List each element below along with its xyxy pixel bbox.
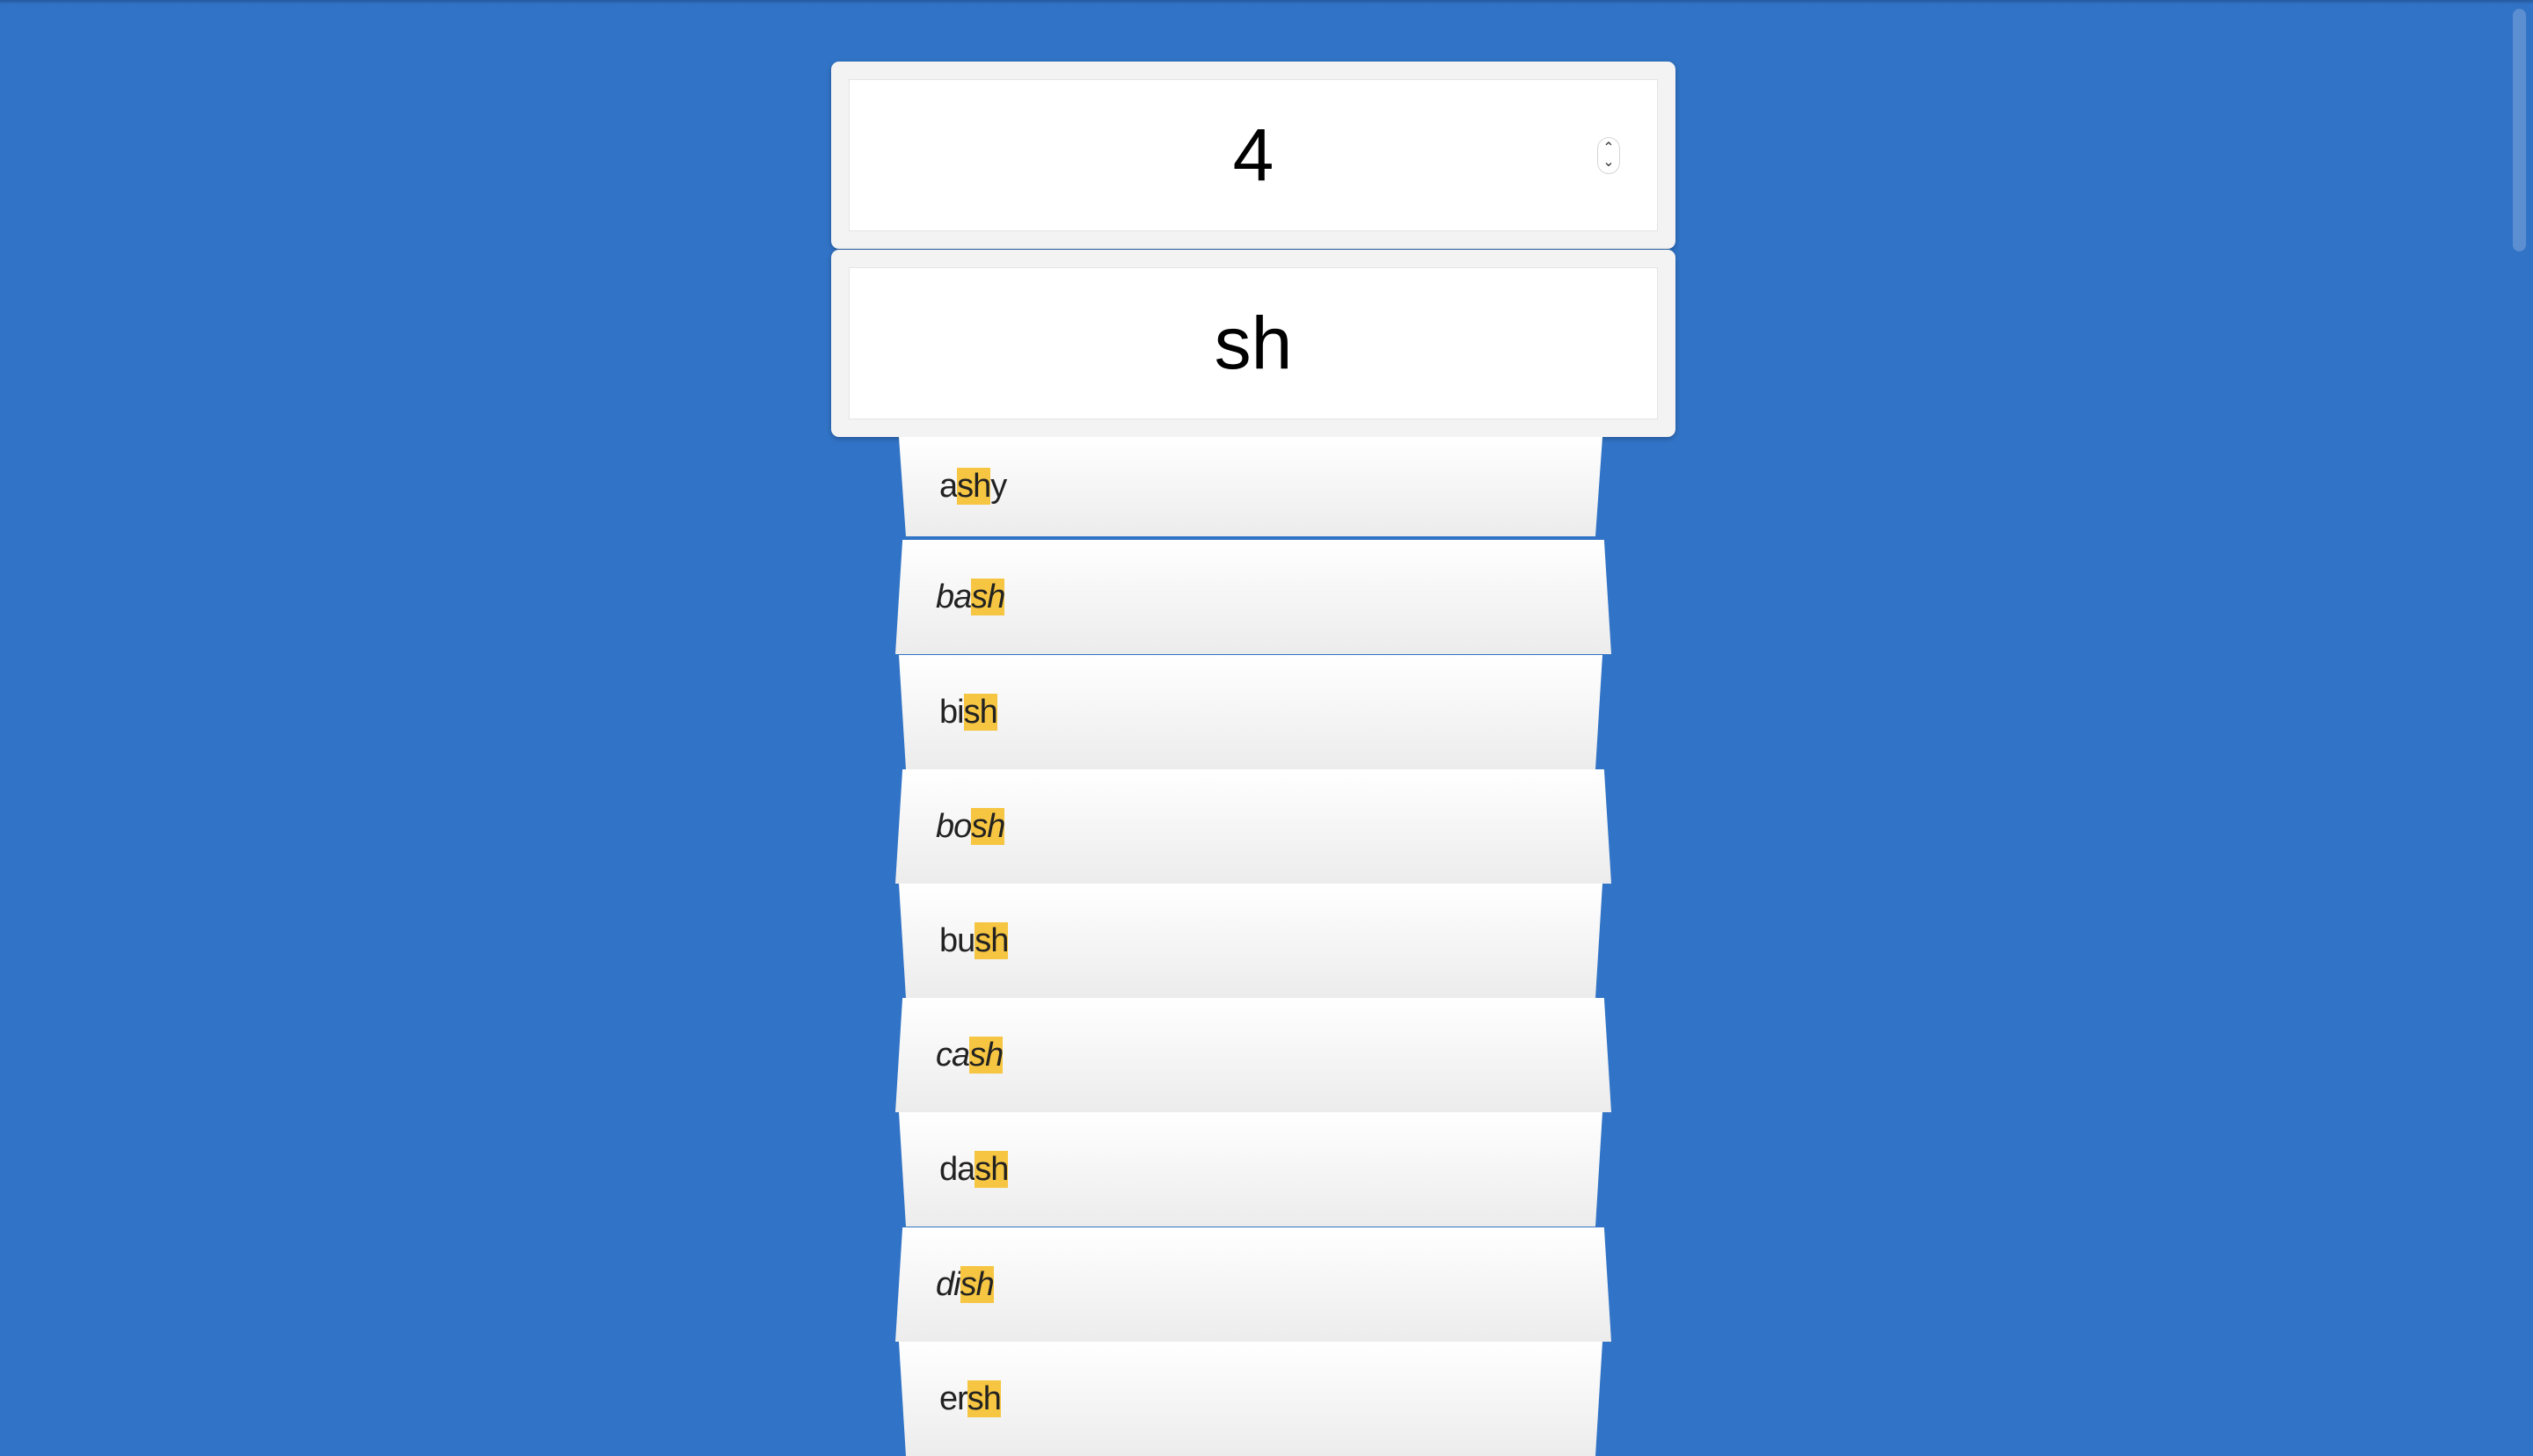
result-item[interactable]: bosh	[895, 769, 1611, 884]
result-item[interactable]: ashy	[899, 437, 1602, 536]
pattern-value: sh	[1214, 302, 1293, 384]
result-word: bish	[939, 693, 998, 732]
word-prefix: di	[936, 1265, 961, 1303]
length-input[interactable]: 4 ⌃ ⌄	[849, 79, 1658, 231]
chevron-up-icon[interactable]: ⌃	[1602, 141, 1614, 156]
match-highlight: sh	[969, 1036, 1004, 1074]
match-highlight: sh	[957, 468, 991, 505]
result-word: cash	[936, 1036, 1004, 1074]
result-word: bash	[936, 578, 1005, 616]
match-highlight: sh	[967, 1380, 1002, 1417]
result-word: ashy	[939, 468, 1007, 506]
word-prefix: ba	[936, 578, 972, 615]
match-highlight: sh	[975, 921, 1009, 959]
match-highlight: sh	[971, 807, 1005, 845]
match-highlight: sh	[963, 693, 998, 731]
result-item[interactable]: bash	[895, 540, 1611, 654]
word-suffix: y	[990, 468, 1007, 505]
scrollbar[interactable]	[2513, 9, 2526, 251]
word-prefix: bu	[939, 921, 975, 959]
top-shadow	[0, 0, 2533, 4]
word-prefix: a	[939, 468, 958, 505]
result-word: bush	[939, 921, 1009, 960]
chevron-down-icon[interactable]: ⌄	[1602, 155, 1614, 170]
result-word: dash	[939, 1150, 1009, 1189]
pattern-input[interactable]: sh	[849, 267, 1658, 419]
result-item[interactable]: ersh	[899, 1342, 1602, 1456]
result-item[interactable]: bush	[899, 884, 1602, 998]
result-word: dish	[936, 1265, 995, 1304]
word-prefix: da	[939, 1150, 975, 1188]
pattern-card: sh	[831, 250, 1675, 437]
match-highlight: sh	[960, 1265, 995, 1303]
result-item[interactable]: dash	[899, 1112, 1602, 1227]
word-prefix: ca	[936, 1036, 970, 1074]
word-prefix: bi	[939, 693, 965, 731]
length-value: 4	[1232, 113, 1274, 196]
result-word: ersh	[939, 1380, 1002, 1418]
result-item[interactable]: bish	[899, 655, 1602, 769]
result-list: ashy bash bish bosh bush cash dash dish ersh	[0, 437, 2533, 1456]
length-stepper[interactable]: ⌃ ⌄	[1597, 136, 1620, 174]
word-prefix: er	[939, 1380, 968, 1417]
word-prefix: bo	[936, 807, 972, 845]
match-highlight: sh	[975, 1150, 1009, 1188]
result-item[interactable]: cash	[895, 998, 1611, 1112]
result-item[interactable]: dish	[895, 1227, 1611, 1342]
match-highlight: sh	[971, 578, 1005, 615]
result-word: bosh	[936, 807, 1005, 846]
length-card: 4 ⌃ ⌄	[831, 62, 1675, 249]
